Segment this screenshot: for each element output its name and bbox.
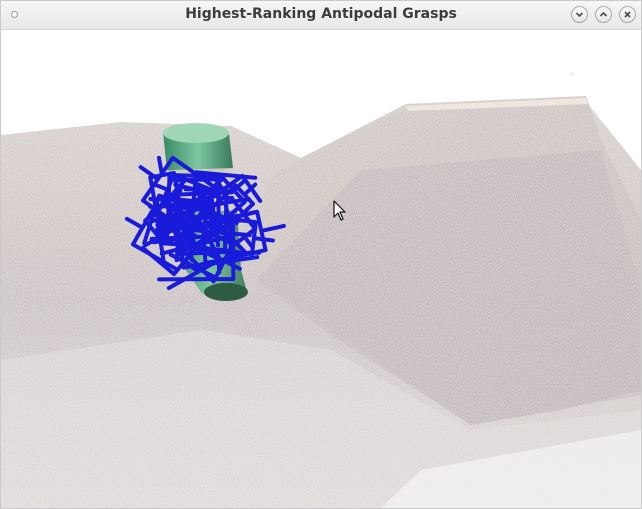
close-button[interactable]: [619, 6, 636, 23]
point-cloud-viewport[interactable]: [1, 30, 641, 508]
minimize-button[interactable]: [571, 6, 588, 23]
table-surface: [1, 96, 641, 508]
title-bar[interactable]: Highest-Ranking Antipodal Grasps: [1, 1, 641, 30]
maximize-button[interactable]: [595, 6, 612, 23]
point-cloud-render: [1, 72, 641, 508]
app-window: Highest-Ranking Antipodal Grasps: [0, 0, 642, 509]
window-title: Highest-Ranking Antipodal Grasps: [185, 6, 457, 22]
minimize-icon: [575, 12, 584, 18]
maximize-icon: [599, 11, 608, 17]
close-icon: [624, 11, 631, 18]
mouse-cursor-icon: [333, 200, 346, 221]
